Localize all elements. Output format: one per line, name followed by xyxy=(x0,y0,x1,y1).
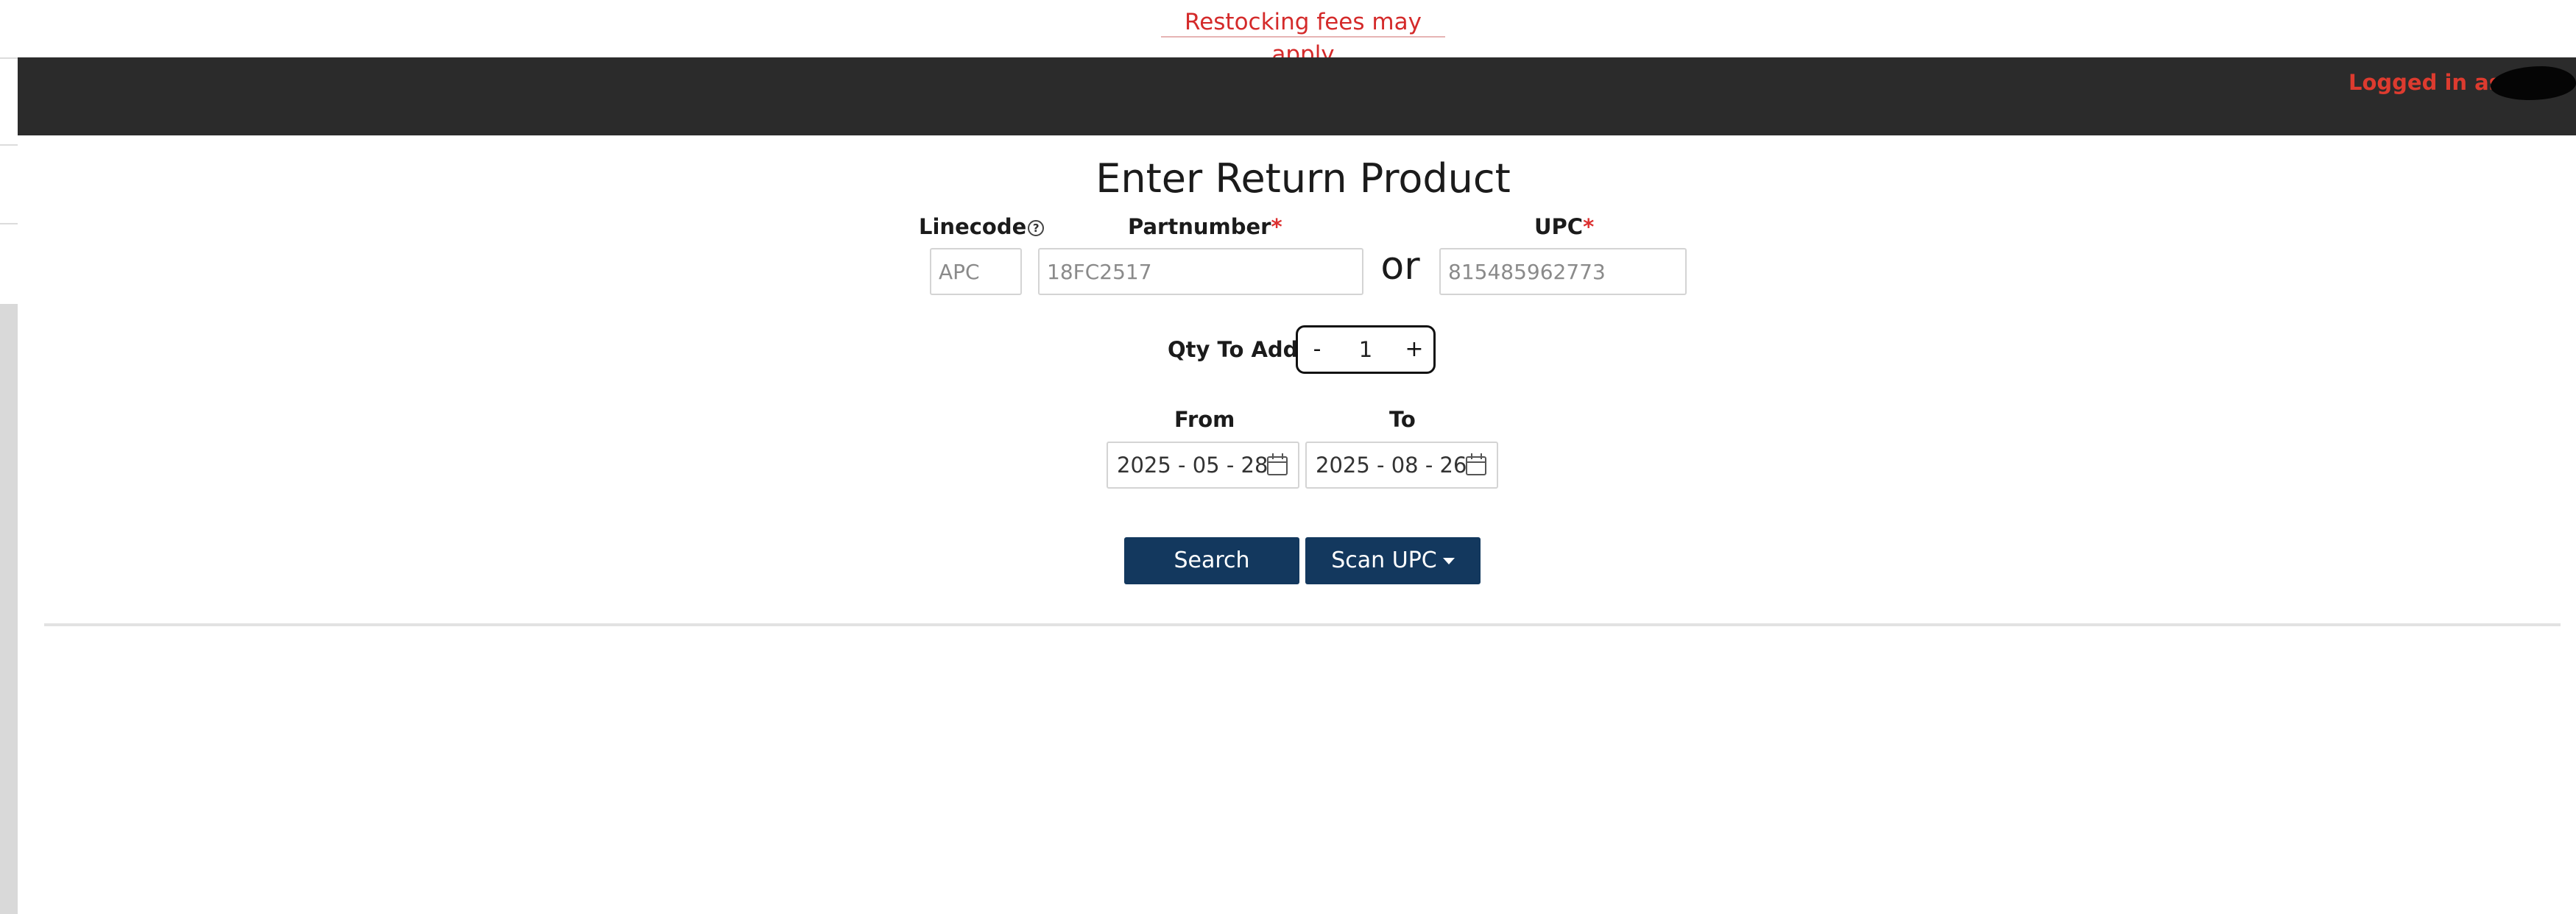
required-mark: * xyxy=(1583,214,1595,239)
partnumber-input[interactable] xyxy=(1038,248,1363,295)
scan-upc-dropdown-button[interactable]: Scan UPC xyxy=(1305,537,1481,584)
qty-value[interactable]: 1 xyxy=(1335,327,1397,372)
linecode-input[interactable] xyxy=(930,248,1022,295)
required-mark: * xyxy=(1271,214,1282,239)
qty-stepper[interactable]: - 1 + xyxy=(1296,325,1436,374)
upc-input[interactable] xyxy=(1439,248,1687,295)
return-product-page: Restocking fees may apply Logged in as: … xyxy=(0,0,2576,914)
or-separator: or xyxy=(1380,244,1420,288)
upc-label: UPC* xyxy=(1534,212,1594,241)
top-navbar xyxy=(18,57,2576,135)
partnumber-label-text: Partnumber xyxy=(1128,214,1271,239)
to-date-value: 2025 - 08 - 26 xyxy=(1316,453,1467,478)
from-date-input[interactable]: 2025 - 05 - 28 xyxy=(1107,442,1299,489)
page-title: Enter Return Product xyxy=(1095,155,1511,202)
qty-increment-button[interactable]: + xyxy=(1398,327,1430,372)
left-divider xyxy=(0,57,18,59)
partnumber-label: Partnumber* xyxy=(1128,212,1282,241)
from-label: From xyxy=(1174,407,1235,432)
from-date-value: 2025 - 05 - 28 xyxy=(1117,453,1268,478)
help-circle-icon[interactable]: ? xyxy=(1028,220,1045,236)
linecode-label-text: Linecode xyxy=(919,214,1027,239)
caret-down-icon xyxy=(1442,558,1455,564)
left-scrollbar[interactable] xyxy=(0,304,18,914)
notice-underline xyxy=(1161,36,1445,38)
upc-label-text: UPC xyxy=(1534,214,1584,239)
left-divider xyxy=(0,144,18,146)
logged-in-label: Logged in as: xyxy=(2349,70,2510,95)
qty-decrement-button[interactable]: - xyxy=(1301,327,1333,372)
search-button-label: Search xyxy=(1174,548,1250,573)
scan-upc-label: Scan UPC xyxy=(1331,548,1437,573)
to-label: To xyxy=(1389,407,1416,432)
left-divider xyxy=(0,223,18,224)
linecode-label: Linecode? xyxy=(919,212,1045,241)
search-button[interactable]: Search xyxy=(1124,537,1299,584)
to-date-input[interactable]: 2025 - 08 - 26 xyxy=(1305,442,1498,489)
section-divider xyxy=(44,623,2561,626)
calendar-icon[interactable] xyxy=(1267,453,1288,475)
calendar-icon[interactable] xyxy=(1466,453,1486,475)
qty-label: Qty To Add xyxy=(1168,337,1299,362)
restocking-notice: Restocking fees may apply xyxy=(1185,9,1422,68)
